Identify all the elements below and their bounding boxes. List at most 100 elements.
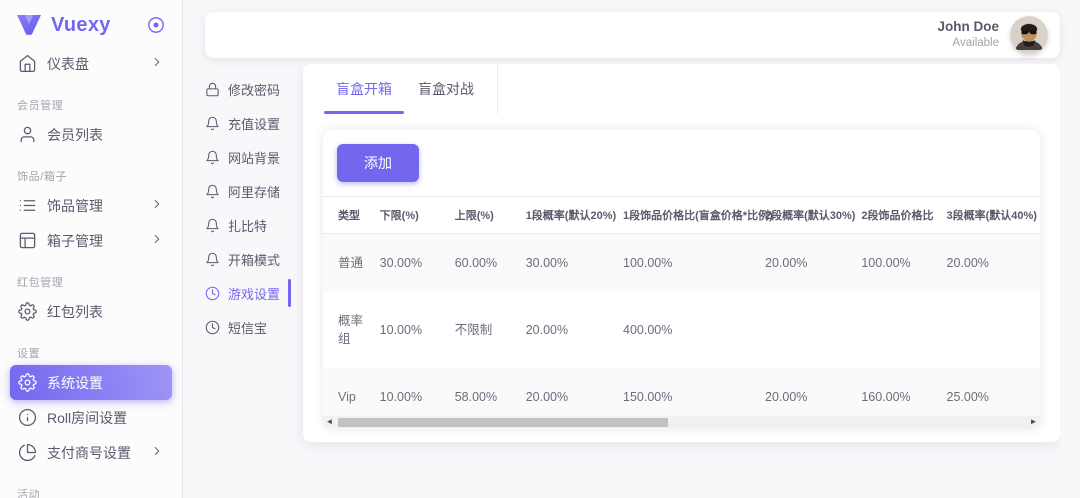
- table-cell: 20.00%: [939, 234, 1040, 293]
- submenu-item-label: 扎比特: [228, 216, 267, 235]
- nav-section-heading: 会员管理: [17, 97, 166, 113]
- nav-section-heading: 饰品/箱子: [17, 168, 166, 184]
- home-icon: [18, 54, 37, 73]
- sidebar-item-redpacket-list[interactable]: 红包列表: [10, 294, 172, 329]
- table-row: 概率组10.00%不限制20.00%400.00%: [323, 292, 1040, 368]
- sidebar: Vuexy 仪表盘会员管理会员列表饰品/箱子饰品管理箱子管理红包管理红包列表设置…: [0, 0, 183, 498]
- main-column: John Doe Available 修改密码充值设置网站背景阿里存储扎比特开箱: [183, 0, 1080, 498]
- table-cell: 400.00%: [615, 292, 757, 368]
- chevron-right-icon: [150, 55, 164, 72]
- tab-blind-box-open[interactable]: 盲盒开箱: [323, 64, 405, 114]
- sidebar-item-system-settings[interactable]: 系统设置: [10, 365, 172, 400]
- sidebar-item-label: 箱子管理: [47, 231, 103, 251]
- user-status: Available: [937, 36, 999, 50]
- topbar: John Doe Available: [205, 12, 1060, 58]
- submenu-item-site-background[interactable]: 网站背景: [205, 140, 287, 174]
- table-cell: 58.00%: [447, 368, 518, 416]
- user-name: John Doe: [937, 19, 999, 36]
- table-cell: 普通: [323, 234, 372, 293]
- content-card: 盲盒开箱盲盒对战 添加 类型下限(%)上限(%)1段概率(默认20%)1段饰品价…: [303, 64, 1060, 442]
- sidebar-item-member-list[interactable]: 会员列表: [10, 117, 172, 152]
- table-cell: 150.00%: [615, 368, 757, 416]
- tabs-divider: [497, 64, 498, 114]
- sidebar-item-dashboard[interactable]: 仪表盘: [10, 46, 172, 81]
- chevron-right-icon: [150, 197, 164, 214]
- scroll-right-arrow-icon[interactable]: ►: [1027, 416, 1040, 428]
- bell-icon: [205, 150, 220, 165]
- table-cell: 100.00%: [853, 234, 938, 293]
- column-header: 下限(%): [372, 197, 447, 234]
- gear-icon: [18, 373, 37, 392]
- submenu-item-label: 游戏设置: [228, 284, 280, 303]
- sidebar-nav: 仪表盘会员管理会员列表饰品/箱子饰品管理箱子管理红包管理红包列表设置系统设置 Ro…: [0, 46, 182, 498]
- nav-section-heading: 活动: [17, 486, 166, 498]
- probability-table: 类型下限(%)上限(%)1段概率(默认20%)1段饰品价格比(盲盒价格*比例)2…: [323, 196, 1040, 416]
- scrollbar-thumb[interactable]: [338, 418, 668, 427]
- lock-icon: [205, 82, 220, 97]
- sidebar-item-label: 系统设置: [47, 373, 103, 393]
- sidebar-item-label: Roll房间设置: [47, 408, 127, 428]
- scroll-left-arrow-icon[interactable]: ◄: [323, 416, 336, 428]
- submenu-item-open-box-mode[interactable]: 开箱模式: [205, 242, 287, 276]
- bell-icon: [205, 252, 220, 267]
- logo-text: Vuexy: [51, 14, 137, 37]
- column-header: 3段概率(默认40%): [939, 197, 1040, 234]
- submenu-item-game-settings[interactable]: 游戏设置: [205, 276, 287, 310]
- bell-icon: [205, 218, 220, 233]
- table-cell: 不限制: [447, 292, 518, 368]
- column-header: 2段概率(默认30%): [757, 197, 853, 234]
- nav-section-heading: 红包管理: [17, 274, 166, 290]
- table-cell: [939, 292, 1040, 368]
- vuexy-logo-icon: [16, 14, 42, 36]
- table-cell: Vip: [323, 368, 372, 416]
- chevron-right-icon: [150, 232, 164, 249]
- table-cell: 25.00%: [939, 368, 1040, 416]
- sidebar-item-roll-room-settings[interactable]: Roll房间设置: [10, 400, 172, 435]
- user-info[interactable]: John Doe Available: [937, 19, 999, 50]
- table-cell: [757, 292, 853, 368]
- column-header: 2段饰品价格比: [853, 197, 938, 234]
- logo-row: Vuexy: [0, 0, 182, 46]
- horizontal-scrollbar[interactable]: ◄ ►: [323, 416, 1040, 428]
- submenu-item-label: 修改密码: [228, 80, 280, 99]
- sidebar-item-box-manage[interactable]: 箱子管理: [10, 223, 172, 258]
- sidebar-item-payment-settings[interactable]: 支付商号设置: [10, 435, 172, 470]
- submenu-item-change-password[interactable]: 修改密码: [205, 72, 287, 106]
- table-toolbar: 添加: [323, 130, 1040, 196]
- table-cell: [853, 292, 938, 368]
- submenu-item-sms-bao[interactable]: 短信宝: [205, 310, 287, 344]
- submenu-item-label: 开箱模式: [228, 250, 280, 269]
- table-cell: 30.00%: [372, 234, 447, 293]
- submenu-item-label: 网站背景: [228, 148, 280, 167]
- sidebar-item-label: 支付商号设置: [47, 443, 131, 463]
- table-wrap: 类型下限(%)上限(%)1段概率(默认20%)1段饰品价格比(盲盒价格*比例)2…: [323, 196, 1040, 416]
- list-icon: [18, 196, 37, 215]
- settings-submenu: 修改密码充值设置网站背景阿里存储扎比特开箱模式游戏设置短信宝: [205, 64, 287, 498]
- submenu-item-label: 充值设置: [228, 114, 280, 133]
- table-cell: 20.00%: [518, 292, 615, 368]
- table-cell: 60.00%: [447, 234, 518, 293]
- table-cell: 30.00%: [518, 234, 615, 293]
- table-cell: 20.00%: [518, 368, 615, 416]
- table-cell: 160.00%: [853, 368, 938, 416]
- submenu-item-recharge-settings[interactable]: 充值设置: [205, 106, 287, 140]
- column-header: 上限(%): [447, 197, 518, 234]
- chevron-right-icon: [150, 444, 164, 461]
- add-button[interactable]: 添加: [337, 144, 419, 182]
- user-icon: [18, 125, 37, 144]
- submenu-item-label: 阿里存储: [228, 182, 280, 201]
- column-header: 1段饰品价格比(盲盒价格*比例): [615, 197, 757, 234]
- table-header-row: 类型下限(%)上限(%)1段概率(默认20%)1段饰品价格比(盲盒价格*比例)2…: [323, 197, 1040, 234]
- table-cell: 20.00%: [757, 368, 853, 416]
- nav-section-heading: 设置: [17, 345, 166, 361]
- table-row: Vip10.00%58.00%20.00%150.00%20.00%160.00…: [323, 368, 1040, 416]
- tab-blind-box-battle[interactable]: 盲盒对战: [405, 64, 487, 114]
- avatar[interactable]: [1010, 16, 1048, 54]
- table-cell: 100.00%: [615, 234, 757, 293]
- submenu-item-ali-storage[interactable]: 阿里存储: [205, 174, 287, 208]
- sidebar-item-decoration-manage[interactable]: 饰品管理: [10, 188, 172, 223]
- submenu-item-zhabite[interactable]: 扎比特: [205, 208, 287, 242]
- menu-pin-toggle-icon[interactable]: [146, 15, 166, 35]
- gear-icon: [18, 302, 37, 321]
- clock-icon: [205, 286, 220, 301]
